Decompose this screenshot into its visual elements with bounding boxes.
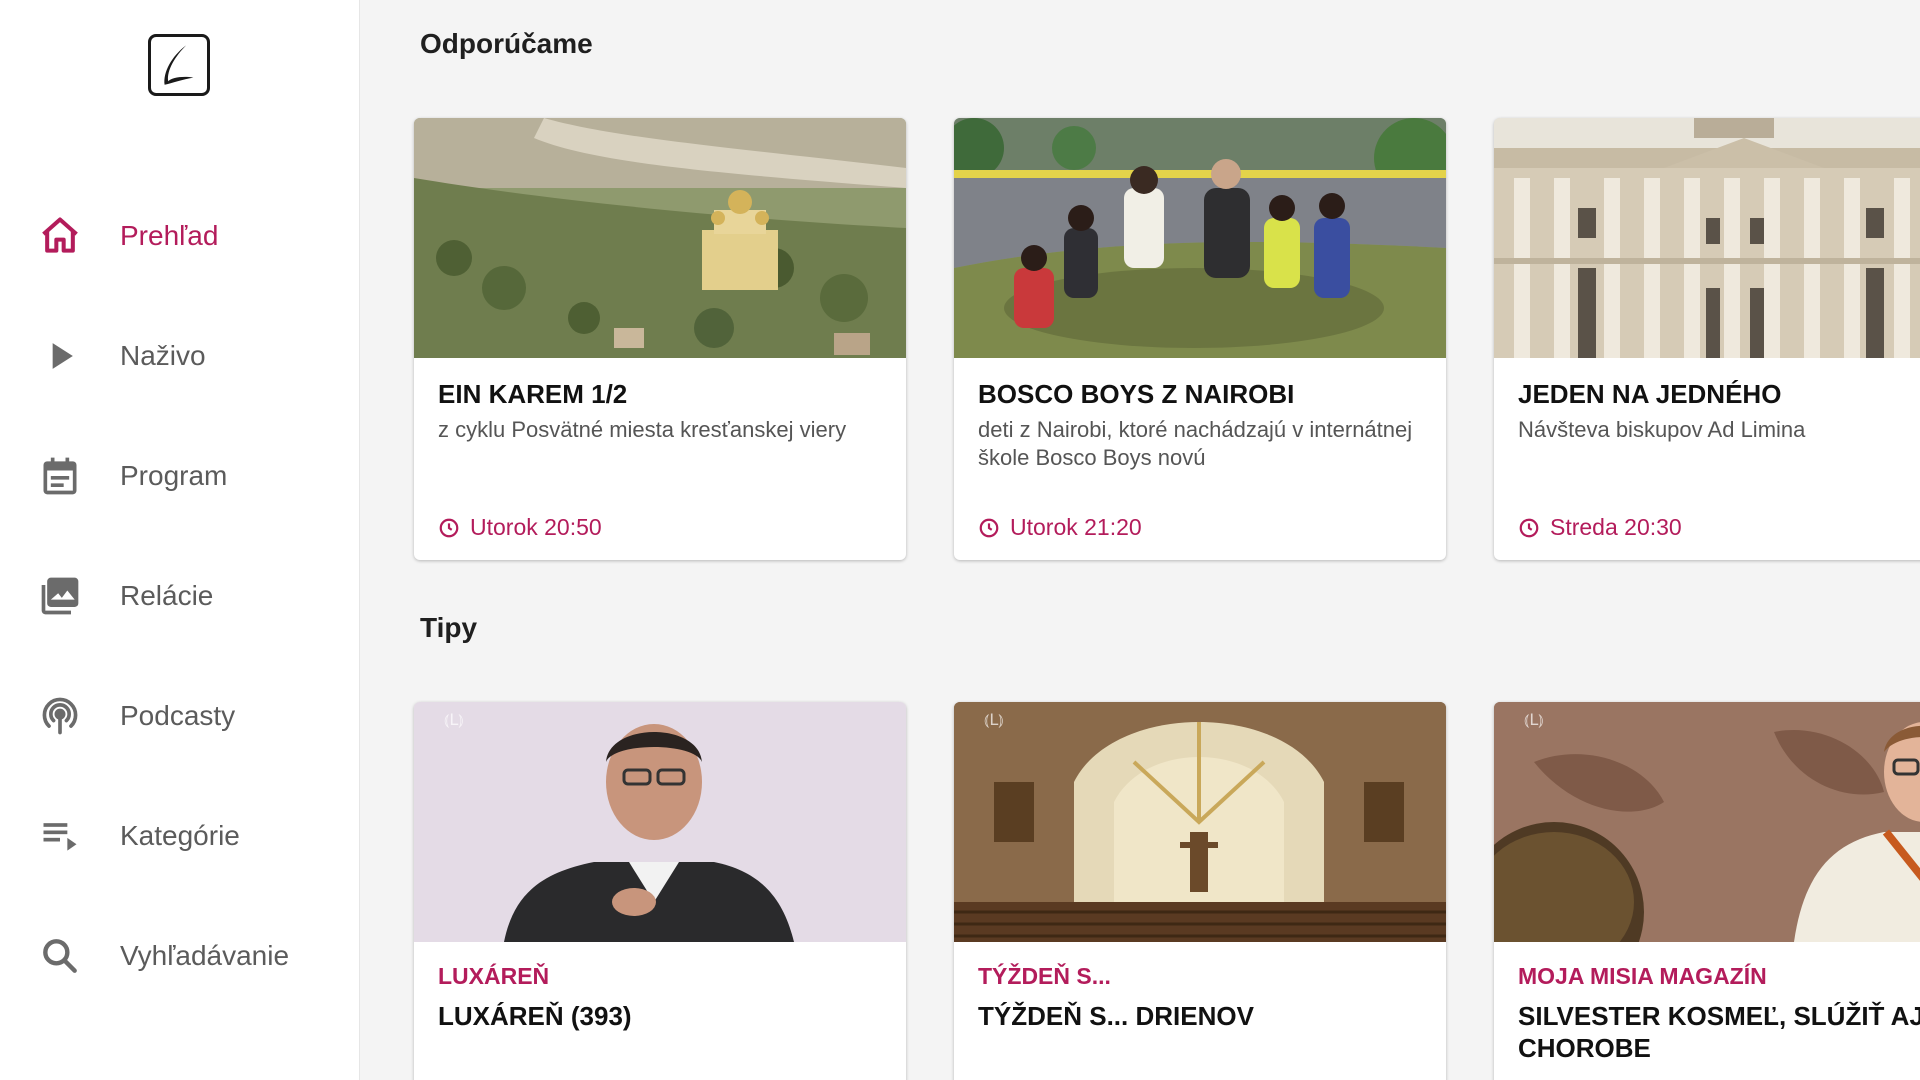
clock-icon bbox=[979, 518, 999, 537]
clock-icon bbox=[1519, 518, 1539, 537]
podcast-icon bbox=[0, 694, 120, 738]
channel-watermark-icon: ⦅L⦆ bbox=[444, 710, 464, 729]
lux-logo-icon[interactable] bbox=[148, 34, 210, 96]
sidebar-item-relacie[interactable]: Relácie bbox=[0, 536, 360, 656]
thumbnail-image: ⦅L⦆ bbox=[414, 702, 906, 942]
tips-row: ⦅L⦆ LUXÁREŇ LUXÁREŇ (393) ⦅L⦆ TÝŽDEŇ S..… bbox=[414, 702, 1920, 1080]
search-icon bbox=[0, 934, 120, 978]
episode-title: LUXÁREŇ (393) bbox=[438, 1001, 632, 1031]
clock-icon bbox=[439, 518, 459, 537]
episode-title: SILVESTER KOSMEĽ, SLÚŽIŤ AJ V CHOROBE bbox=[1518, 1001, 1920, 1063]
sidebar-item-label: Kategórie bbox=[120, 820, 240, 851]
card-title: JEDEN NA JEDNÉHO bbox=[1518, 379, 1782, 409]
air-time-label: Streda 20:30 bbox=[1550, 514, 1682, 540]
recommended-card[interactable]: EIN KAREM 1/2 z cyklu Posvätné miesta kr… bbox=[414, 118, 906, 560]
thumbnail-image: ⦅L⦆ bbox=[1494, 702, 1920, 942]
sidebar-item-prehlad[interactable]: Prehľad bbox=[0, 176, 360, 296]
series-name: MOJA MISIA MAGAZÍN bbox=[1518, 963, 1767, 989]
recommended-row: EIN KAREM 1/2 z cyklu Posvätné miesta kr… bbox=[414, 118, 1920, 560]
air-time: Streda 20:30 bbox=[1518, 514, 1920, 541]
sidebar-item-podcasty[interactable]: Podcasty bbox=[0, 656, 360, 776]
air-time-label: Utorok 21:20 bbox=[1010, 514, 1142, 540]
tip-card[interactable]: ⦅L⦆ TÝŽDEŇ S... TÝŽDEŇ S... DRIENOV bbox=[954, 702, 1446, 1080]
playlist-icon bbox=[0, 814, 120, 858]
sidebar-item-label: Naživo bbox=[120, 340, 206, 371]
sidebar-item-kategorie[interactable]: Kategórie bbox=[0, 776, 360, 896]
sidebar-nav: Prehľad Naživo Program Relácie Podcasty bbox=[0, 176, 360, 1016]
channel-watermark-icon: ⦅L⦆ bbox=[1524, 710, 1544, 729]
main-content: Odporúčame EIN KAREM 1/2 z cyklu Posvätn… bbox=[360, 0, 1920, 1080]
card-title: EIN KAREM 1/2 bbox=[438, 379, 628, 409]
thumbnail-image bbox=[954, 118, 1446, 358]
sidebar-item-label: Prehľad bbox=[120, 220, 219, 251]
card-title: BOSCO BOYS Z NAIROBI bbox=[978, 379, 1295, 409]
sidebar-item-program[interactable]: Program bbox=[0, 416, 360, 536]
series-name: TÝŽDEŇ S... bbox=[978, 963, 1111, 989]
home-icon bbox=[0, 214, 120, 258]
calendar-icon bbox=[0, 454, 120, 498]
thumbnail-image bbox=[1494, 118, 1920, 358]
sidebar-item-label: Program bbox=[120, 460, 228, 491]
card-description: z cyklu Posvätné miesta kresťanskej vier… bbox=[438, 417, 847, 442]
card-description: Návšteva biskupov Ad Limina bbox=[1518, 417, 1806, 442]
air-time-label: Utorok 20:50 bbox=[470, 514, 602, 540]
episode-title: TÝŽDEŇ S... DRIENOV bbox=[978, 1001, 1254, 1031]
sidebar-item-label: Vyhľadávanie bbox=[120, 940, 290, 971]
tip-card[interactable]: ⦅L⦆ LUXÁREŇ LUXÁREŇ (393) bbox=[414, 702, 906, 1080]
photo-library-icon bbox=[0, 574, 120, 618]
sidebar-item-label: Relácie bbox=[120, 580, 214, 611]
section-title-recommended: Odporúčame bbox=[420, 28, 593, 59]
air-time: Utorok 20:50 bbox=[438, 514, 882, 541]
series-name: LUXÁREŇ bbox=[438, 963, 550, 989]
sidebar-item-nazivo[interactable]: Naživo bbox=[0, 296, 360, 416]
sidebar: Prehľad Naživo Program Relácie Podcasty bbox=[0, 0, 360, 1080]
sidebar-item-label: Podcasty bbox=[120, 700, 236, 731]
channel-watermark-icon: ⦅L⦆ bbox=[984, 710, 1004, 729]
card-description: deti z Nairobi, ktoré nachádzajú v inter… bbox=[978, 417, 1413, 470]
thumbnail-image: ⦅L⦆ bbox=[954, 702, 1446, 942]
play-icon bbox=[0, 334, 120, 378]
air-time: Utorok 21:20 bbox=[978, 514, 1422, 541]
thumbnail-image bbox=[414, 118, 906, 358]
section-title-tips: Tipy bbox=[420, 612, 478, 643]
tip-card[interactable]: ⦅L⦆ MOJA MISIA MAGAZÍN SILVESTER KOSMEĽ,… bbox=[1494, 702, 1920, 1080]
recommended-card[interactable]: JEDEN NA JEDNÉHO Návšteva biskupov Ad Li… bbox=[1494, 118, 1920, 560]
recommended-card[interactable]: BOSCO BOYS Z NAIROBI deti z Nairobi, kto… bbox=[954, 118, 1446, 560]
sidebar-item-vyhladavanie[interactable]: Vyhľadávanie bbox=[0, 896, 360, 1016]
